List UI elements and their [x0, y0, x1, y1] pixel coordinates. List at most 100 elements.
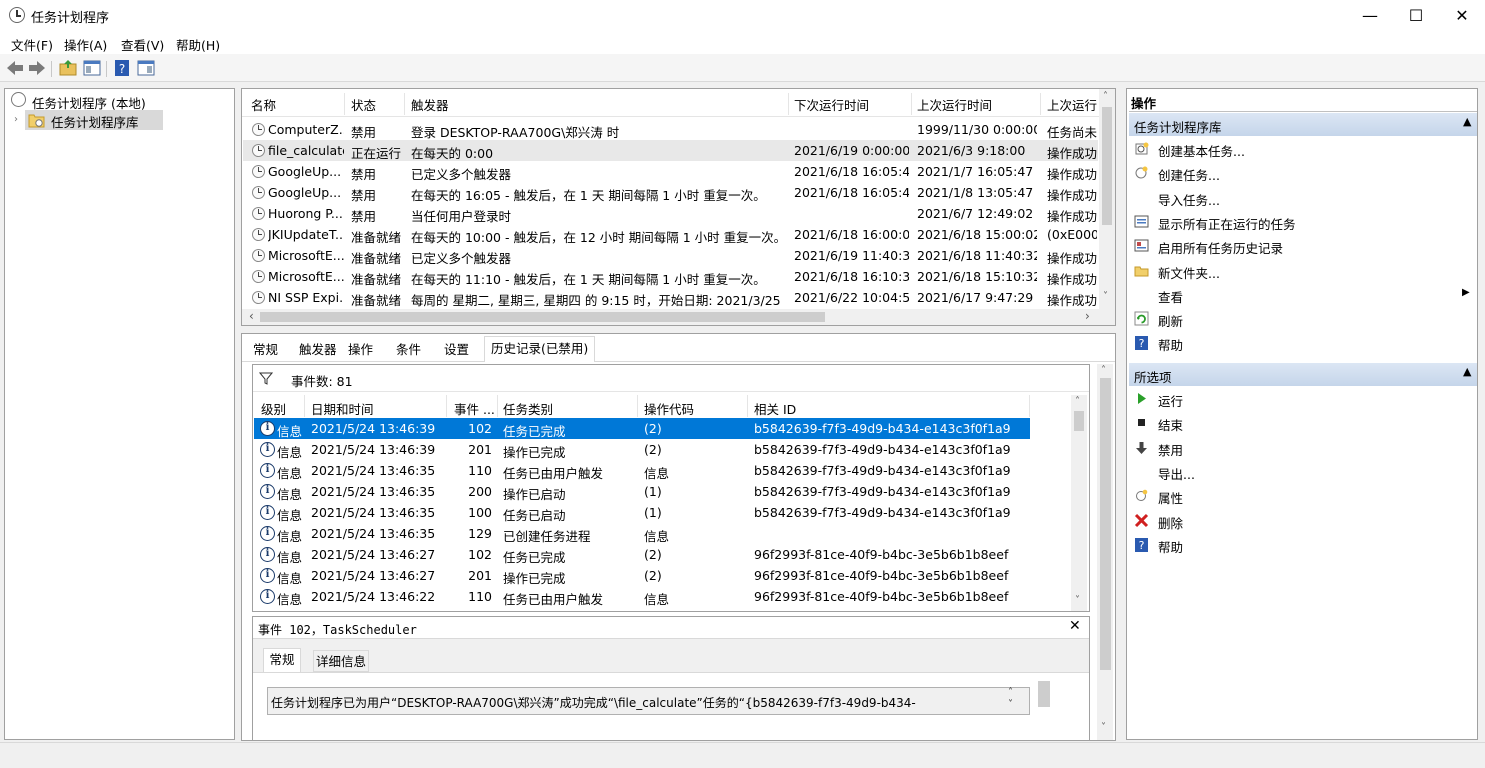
- table-row[interactable]: i 信息 2021/5/24 13:46:22 110 任务已由用户触发 信息 96f299…: [254, 586, 1030, 607]
- up-folder-icon[interactable]: [58, 58, 78, 78]
- minimize-button[interactable]: —: [1347, 0, 1393, 31]
- column-divider[interactable]: [747, 395, 748, 417]
- chevron-down-icon[interactable]: ˅: [1075, 595, 1080, 606]
- table-row[interactable]: GoogleUp... 禁用 在每天的 16:05 - 触发后，在 1 天 期间每隔…: [243, 182, 1098, 203]
- menu-help[interactable]: 帮助(H): [176, 35, 220, 54]
- action-properties[interactable]: 属性: [1132, 484, 1472, 508]
- column-divider[interactable]: [637, 395, 638, 417]
- filter-icon[interactable]: [259, 371, 273, 385]
- show-action-pane-icon[interactable]: [136, 58, 156, 78]
- column-divider[interactable]: [1040, 93, 1041, 115]
- column-divider[interactable]: [1029, 395, 1030, 417]
- table-row[interactable]: ComputerZ... 禁用 登录 DESKTOP-RAA700G\郑兴涛 时 19…: [243, 119, 1098, 140]
- collapse-icon[interactable]: ▲: [1463, 115, 1471, 128]
- menu-view[interactable]: 查看(V): [121, 35, 164, 54]
- table-row[interactable]: NI SSP Expi... 准备就绪 每周的 星期二, 星期三, 星期四 的 9:…: [243, 287, 1098, 308]
- table-row[interactable]: i 信息 2021/5/24 13:46:35 110 任务已由用户触发 信息 b58426…: [254, 460, 1030, 481]
- close-button[interactable]: ✕: [1439, 0, 1485, 31]
- chevron-right-icon[interactable]: ›: [1085, 309, 1090, 323]
- tree-item-library[interactable]: 任务计划程序库: [25, 110, 163, 130]
- col-header-name[interactable]: 名称: [251, 95, 276, 114]
- table-row[interactable]: GoogleUp... 禁用 已定义多个触发器 2021/6/18 16:05:46 2…: [243, 161, 1098, 182]
- detail-vscrollbar[interactable]: ˄ ˅: [1097, 364, 1113, 740]
- table-row[interactable]: file_calculate 正在运行 在每天的 0:00 2021/6/19 0:0…: [243, 140, 1098, 161]
- scrollbar-thumb[interactable]: [1074, 411, 1084, 431]
- col-header-next-run[interactable]: 下次运行时间: [794, 95, 869, 114]
- column-divider[interactable]: [497, 395, 498, 417]
- event-tab-details[interactable]: 详细信息: [313, 650, 369, 672]
- action-help[interactable]: ? 帮助: [1132, 533, 1472, 557]
- action-export[interactable]: 导出...: [1132, 460, 1472, 484]
- menu-file[interactable]: 文件(F): [11, 35, 53, 54]
- task-list-vscrollbar[interactable]: ˄ ˅: [1099, 89, 1115, 309]
- col-header-category[interactable]: 任务类别: [503, 399, 553, 418]
- maximize-button[interactable]: ☐: [1393, 0, 1439, 31]
- action-new-folder[interactable]: 新文件夹...: [1132, 259, 1472, 283]
- history-vscrollbar[interactable]: ˄ ˅: [1071, 395, 1087, 611]
- table-row[interactable]: MicrosoftE... 准备就绪 已定义多个触发器 2021/6/19 11:40…: [243, 245, 1098, 266]
- show-hide-tree-icon[interactable]: [82, 58, 102, 78]
- tab-triggers[interactable]: 触发器: [293, 339, 343, 361]
- table-row[interactable]: i 信息 2021/5/24 13:46:35 100 任务已启动 (1) b5842639…: [254, 502, 1030, 523]
- chevron-up-icon[interactable]: ˄: [1103, 91, 1108, 102]
- action-create-basic-task[interactable]: 创建基本任务...: [1132, 137, 1472, 161]
- close-icon[interactable]: ✕: [1069, 618, 1081, 634]
- column-divider[interactable]: [344, 93, 345, 115]
- help-icon[interactable]: ?: [112, 58, 132, 78]
- chevron-down-icon[interactable]: ˅: [1008, 699, 1013, 710]
- col-header-correlation-id[interactable]: 相关 ID: [754, 399, 796, 418]
- col-header-trigger[interactable]: 触发器: [411, 95, 449, 114]
- scrollbar-thumb[interactable]: [1038, 681, 1050, 707]
- column-divider[interactable]: [404, 93, 405, 115]
- task-list-hscrollbar[interactable]: ‹ ›: [242, 309, 1115, 325]
- chevron-left-icon[interactable]: ‹: [249, 309, 254, 323]
- event-message-box[interactable]: 任务计划程序已为用户“DESKTOP-RAA700G\郑兴涛”成功完成“\fil…: [267, 687, 1030, 715]
- table-row[interactable]: i 信息 2021/5/24 13:46:27 102 任务已完成 (2) 96f2993f…: [254, 544, 1030, 565]
- col-header-level[interactable]: 级别: [261, 399, 286, 418]
- col-header-event-id[interactable]: 事件 ...: [454, 399, 495, 418]
- table-row[interactable]: i 信息 2021/5/24 13:46:39 201 操作已完成 (2) b5842639…: [254, 439, 1030, 460]
- action-run[interactable]: 运行: [1132, 387, 1472, 411]
- table-row[interactable]: MicrosoftE... 准备就绪 在每天的 11:10 - 触发后，在 1 天 …: [243, 266, 1098, 287]
- column-divider[interactable]: [446, 395, 447, 417]
- table-row[interactable]: Huorong P... 禁用 当任何用户登录时 2021/6/7 12:49:02 操…: [243, 203, 1098, 224]
- action-show-running[interactable]: 显示所有正在运行的任务: [1132, 210, 1472, 234]
- table-row[interactable]: i 信息 2021/5/24 13:46:35 129 已创建任务进程 信息: [254, 523, 1030, 544]
- table-row[interactable]: i 信息 2021/5/24 13:46:35 200 操作已启动 (1) b5842639…: [254, 481, 1030, 502]
- column-divider[interactable]: [788, 93, 789, 115]
- chevron-right-icon[interactable]: ›: [14, 114, 18, 125]
- chevron-up-icon[interactable]: ˄: [1075, 396, 1080, 407]
- action-end[interactable]: 结束: [1132, 411, 1472, 435]
- chevron-up-icon[interactable]: ˄: [1008, 687, 1013, 698]
- section-header-selected[interactable]: 所选项 ▲: [1129, 363, 1477, 386]
- column-divider[interactable]: [911, 93, 912, 115]
- scrollbar-thumb[interactable]: [260, 312, 825, 322]
- action-help[interactable]: ? 帮助: [1132, 331, 1472, 355]
- action-view[interactable]: 查看 ▶: [1132, 283, 1472, 307]
- scrollbar-thumb[interactable]: [1100, 378, 1111, 670]
- scrollbar-thumb[interactable]: [1102, 107, 1112, 225]
- action-import-task[interactable]: 导入任务...: [1132, 186, 1472, 210]
- section-header-library[interactable]: 任务计划程序库 ▲: [1129, 113, 1477, 136]
- col-header-last-result[interactable]: 上次运行: [1047, 95, 1097, 114]
- table-row[interactable]: i 信息 2021/5/24 13:46:27 201 操作已完成 (2) 96f2993f…: [254, 565, 1030, 586]
- tab-actions[interactable]: 操作: [342, 339, 379, 361]
- col-header-status[interactable]: 状态: [351, 95, 376, 114]
- chevron-up-icon[interactable]: ˄: [1101, 365, 1106, 376]
- action-disable[interactable]: 禁用: [1132, 436, 1472, 460]
- chevron-down-icon[interactable]: ˅: [1103, 291, 1108, 302]
- forward-arrow-icon[interactable]: [27, 58, 47, 78]
- action-refresh[interactable]: 刷新: [1132, 307, 1472, 331]
- tab-conditions[interactable]: 条件: [390, 339, 427, 361]
- tab-history[interactable]: 历史记录(已禁用): [484, 336, 596, 362]
- col-header-opcode[interactable]: 操作代码: [644, 399, 694, 418]
- menu-action[interactable]: 操作(A): [64, 35, 107, 54]
- col-header-last-run[interactable]: 上次运行时间: [917, 95, 992, 114]
- action-enable-history[interactable]: 启用所有任务历史记录: [1132, 234, 1472, 258]
- table-row[interactable]: i 信息 2021/5/24 13:46:39 102 任务已完成 (2) b5842639…: [254, 418, 1030, 439]
- collapse-icon[interactable]: ▲: [1463, 365, 1471, 378]
- col-header-datetime[interactable]: 日期和时间: [311, 399, 374, 418]
- event-tab-general[interactable]: 常规: [263, 648, 301, 672]
- back-arrow-icon[interactable]: [5, 58, 25, 78]
- tab-general[interactable]: 常规: [247, 339, 284, 361]
